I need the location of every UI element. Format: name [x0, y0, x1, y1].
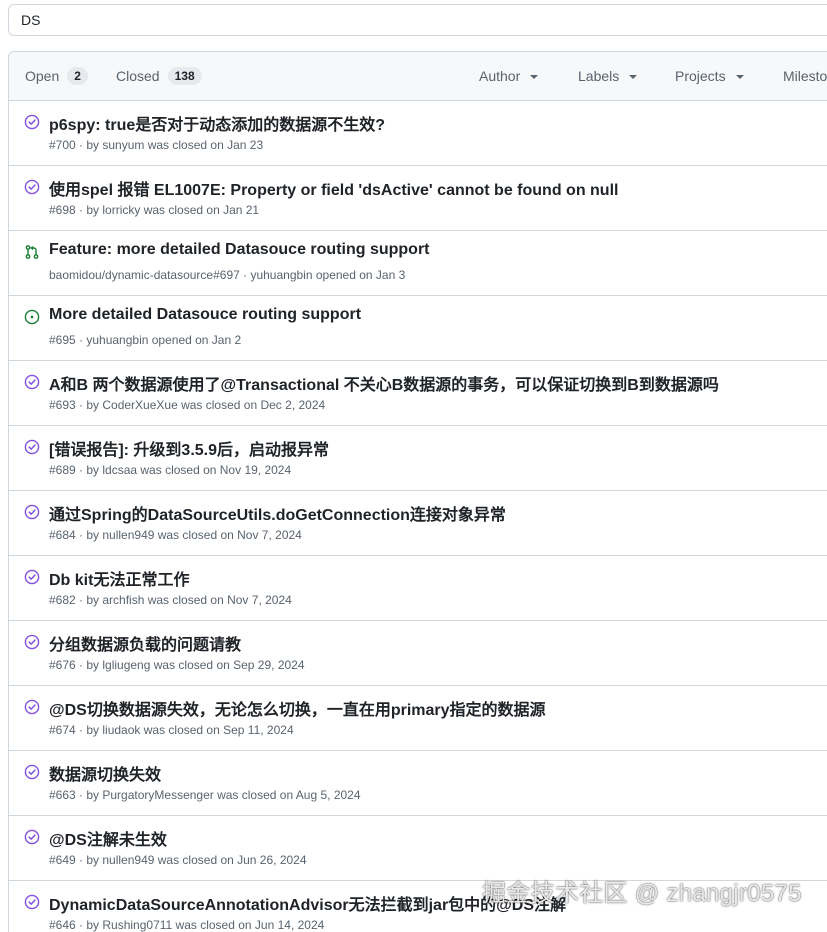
issue-meta: #684 · by nullen949 was closed on Nov 7,…: [49, 528, 302, 542]
issue-row[interactable]: Feature: more detailed Datasouce routing…: [9, 231, 827, 296]
issue-row[interactable]: p6spy: true是否对于动态添加的数据源不生效? #700 · by sun…: [9, 101, 827, 166]
issue-meta: #693 · by CoderXueXue was closed on Dec …: [49, 398, 326, 412]
issue-closed-icon: [24, 569, 40, 585]
chevron-down-icon: [629, 74, 638, 79]
filter-author[interactable]: Author: [479, 52, 539, 100]
chevron-down-icon: [735, 74, 744, 79]
issue-closed-icon: [24, 179, 40, 195]
issue-title-link[interactable]: More detailed Datasouce routing support: [49, 306, 361, 324]
watermark: 掘金技术社区 @ zhangjr0575: [482, 880, 802, 907]
issue-row[interactable]: @DS切换数据源失效，无论怎么切换，一直在用primary指定的数据源 #674 …: [9, 686, 827, 751]
issue-closed-icon: [24, 114, 40, 130]
filter-milestones-label: Milestones: [783, 68, 827, 84]
issue-row[interactable]: @DS注解未生效 #649 · by nullen949 was closed o…: [9, 816, 827, 881]
issue-title-link[interactable]: 数据源切换失效: [49, 761, 161, 785]
tab-closed[interactable]: Closed 138: [116, 52, 202, 100]
issue-closed-icon: [24, 634, 40, 650]
issue-title-link[interactable]: Feature: more detailed Datasouce routing…: [49, 241, 430, 259]
issue-row[interactable]: 使用spel 报错 EL1007E: Property or field 'ds…: [9, 166, 827, 231]
issue-title-link[interactable]: p6spy: true是否对于动态添加的数据源不生效?: [49, 111, 385, 135]
issue-meta: #663 · by PurgatoryMessenger was closed …: [49, 788, 361, 802]
issue-meta: #676 · by lgliugeng was closed on Sep 29…: [49, 658, 305, 672]
open-count-badge: 2: [67, 67, 88, 85]
issues-list-panel: Open 2 Closed 138 Author Labels Projects…: [8, 51, 827, 932]
issue-row[interactable]: More detailed Datasouce routing support #…: [9, 296, 827, 361]
issue-row[interactable]: 分组数据源负载的问题请教 #676 · by lgliugeng was clos…: [9, 621, 827, 686]
tab-open-label: Open: [25, 68, 60, 84]
issue-meta: #695 · yuhuangbin opened on Jan 2: [49, 333, 242, 347]
issue-row[interactable]: 数据源切换失效 #663 · by PurgatoryMessenger was …: [9, 751, 827, 816]
issues-list-header: Open 2 Closed 138 Author Labels Projects…: [9, 52, 827, 101]
issue-meta: #649 · by nullen949 was closed on Jun 26…: [49, 853, 307, 867]
filter-projects-label: Projects: [675, 68, 726, 84]
issue-meta: #700 · by sunyum was closed on Jan 23: [49, 138, 264, 152]
pull-request-icon: [24, 244, 40, 260]
issue-closed-icon: [24, 894, 40, 910]
issue-meta: #674 · by liudaok was closed on Sep 11, …: [49, 723, 294, 737]
issue-title-link[interactable]: @DS注解未生效: [49, 826, 167, 850]
issue-title-link[interactable]: @DS切换数据源失效，无论怎么切换，一直在用primary指定的数据源: [49, 696, 546, 720]
issue-closed-icon: [24, 764, 40, 780]
filter-labels-label: Labels: [578, 68, 620, 84]
tab-open[interactable]: Open 2: [25, 52, 88, 100]
issue-closed-icon: [24, 504, 40, 520]
issue-opened-icon: [24, 309, 40, 325]
issue-row[interactable]: A和B 两个数据源使用了@Transactional 不关心B数据源的事务，可以…: [9, 361, 827, 426]
issue-closed-icon: [24, 699, 40, 715]
issue-meta: #682 · by archfish was closed on Nov 7, …: [49, 593, 292, 607]
issue-title-link[interactable]: 分组数据源负载的问题请教: [49, 631, 241, 655]
filter-author-label: Author: [479, 68, 521, 84]
issue-row[interactable]: Db kit无法正常工作 #682 · by archfish was close…: [9, 556, 827, 621]
issue-closed-icon: [24, 829, 40, 845]
issue-meta: #646 · by Rushing0711 was closed on Jun …: [49, 918, 325, 932]
issue-meta: baomidou/dynamic-datasource#697 · yuhuan…: [49, 268, 406, 282]
issues-list: p6spy: true是否对于动态添加的数据源不生效? #700 · by sun…: [9, 101, 827, 932]
issue-title-link[interactable]: 使用spel 报错 EL1007E: Property or field 'ds…: [49, 176, 618, 200]
issue-title-link[interactable]: [错误报告]: 升级到3.5.9后，启动报异常: [49, 436, 329, 460]
issue-closed-icon: [24, 374, 40, 390]
issue-closed-icon: [24, 439, 40, 455]
closed-count-badge: 138: [167, 67, 202, 85]
search-input[interactable]: DS: [8, 4, 827, 36]
filter-projects[interactable]: Projects: [675, 52, 744, 100]
issue-row[interactable]: 通过Spring的DataSourceUtils.doGetConnection…: [9, 491, 827, 556]
chevron-down-icon: [530, 74, 539, 79]
filter-milestones[interactable]: Milestones: [783, 52, 827, 100]
issue-meta: #689 · by ldcsaa was closed on Nov 19, 2…: [49, 463, 292, 477]
issue-row[interactable]: [错误报告]: 升级到3.5.9后，启动报异常 #689 · by ldcsaa …: [9, 426, 827, 491]
tab-closed-label: Closed: [116, 68, 160, 84]
filter-labels[interactable]: Labels: [578, 52, 638, 100]
issue-title-link[interactable]: 通过Spring的DataSourceUtils.doGetConnection…: [49, 501, 506, 525]
issue-title-link[interactable]: A和B 两个数据源使用了@Transactional 不关心B数据源的事务，可以…: [49, 371, 719, 395]
issue-meta: #698 · by lorricky was closed on Jan 21: [49, 203, 260, 217]
issue-title-link[interactable]: Db kit无法正常工作: [49, 566, 189, 590]
